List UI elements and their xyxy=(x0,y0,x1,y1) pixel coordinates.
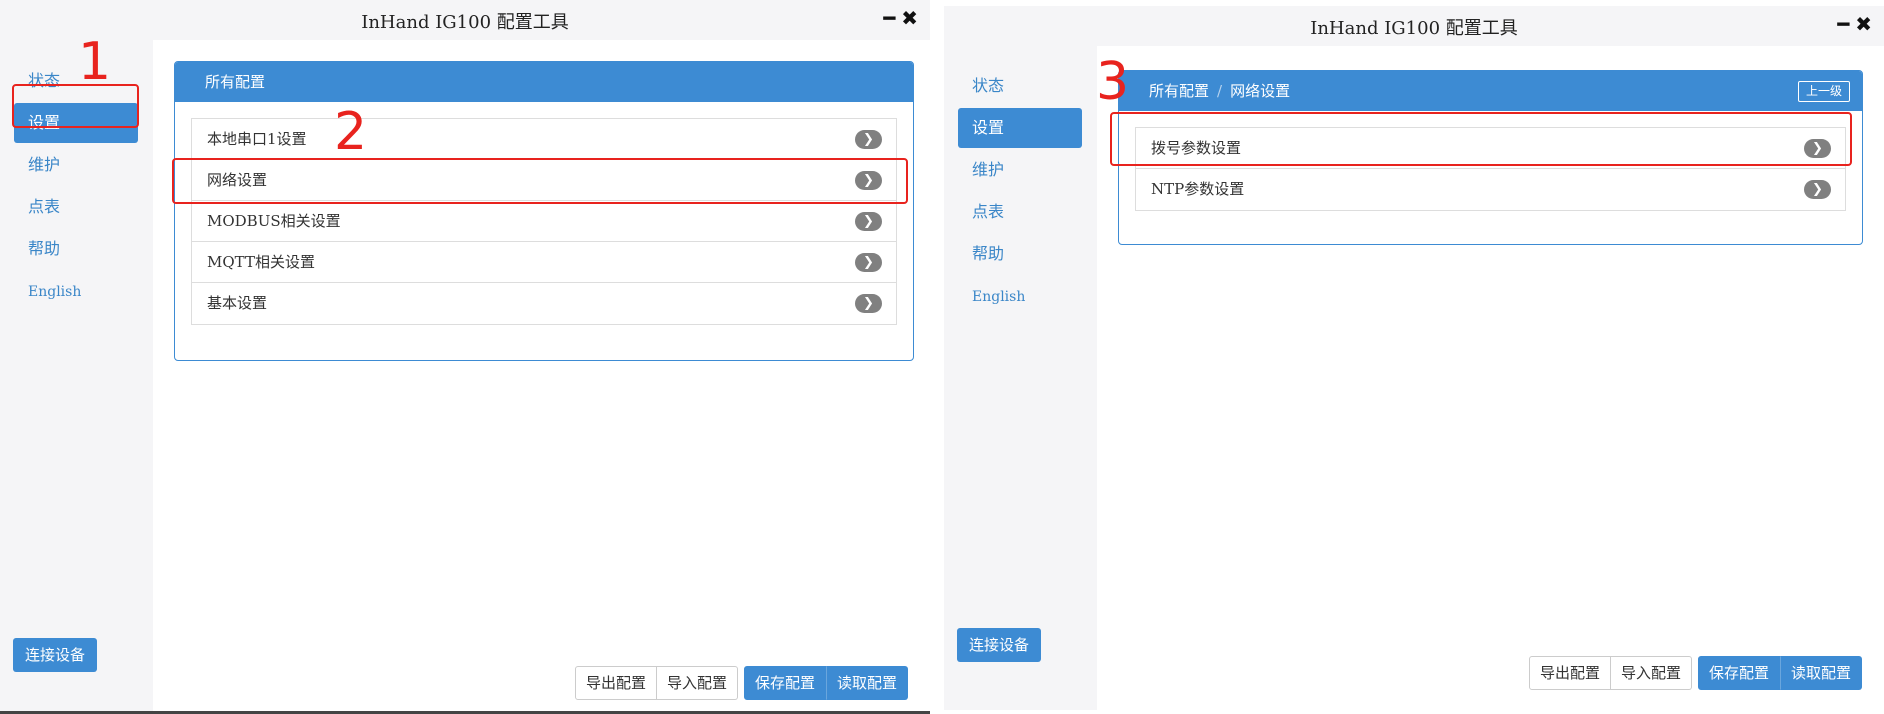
save-config-button[interactable]: 保存配置 xyxy=(1697,656,1780,690)
close-icon[interactable]: ✖ xyxy=(1855,12,1874,36)
list-item-label: MODBUS相关设置 xyxy=(207,212,341,230)
nav-english[interactable]: English xyxy=(14,272,138,312)
step-number-3: 3 xyxy=(1096,52,1130,112)
list-item-mqtt[interactable]: MQTT相关设置 ❯ xyxy=(192,242,896,283)
chevron-right-icon[interactable]: ❯ xyxy=(855,294,882,313)
breadcrumb-separator: / xyxy=(1217,82,1223,100)
list-item-basic[interactable]: 基本设置 ❯ xyxy=(192,283,896,324)
up-level-button[interactable]: 上一级 xyxy=(1797,81,1850,102)
nav-status[interactable]: 状态 xyxy=(958,66,1082,106)
config-list: 拨号参数设置 ❯ NTP参数设置 ❯ xyxy=(1135,127,1846,211)
minimize-icon[interactable]: ━ xyxy=(883,6,897,30)
footer-buttons: 导出配置 导入配置 保存配置 读取配置 xyxy=(1528,656,1862,692)
config-panel: 所有配置 / 网络设置 上一级 拨号参数设置 ❯ NTP参数设置 ❯ xyxy=(1118,70,1863,245)
nav-settings[interactable]: 设置 xyxy=(14,103,138,143)
connect-device-button[interactable]: 连接设备 xyxy=(957,628,1041,662)
list-item-label: NTP参数设置 xyxy=(1151,180,1245,198)
export-config-button[interactable]: 导出配置 xyxy=(1528,656,1611,690)
step-number-2: 2 xyxy=(334,102,368,162)
chevron-right-icon[interactable]: ❯ xyxy=(855,212,882,231)
export-config-button[interactable]: 导出配置 xyxy=(574,666,657,700)
list-item-label: 网络设置 xyxy=(207,171,268,189)
connect-device-button[interactable]: 连接设备 xyxy=(13,638,97,672)
footer-buttons: 导出配置 导入配置 保存配置 读取配置 xyxy=(574,666,908,702)
panel-header: 所有配置 xyxy=(175,62,913,102)
nav-help[interactable]: 帮助 xyxy=(958,234,1082,274)
import-config-button[interactable]: 导入配置 xyxy=(1610,656,1692,690)
save-config-button[interactable]: 保存配置 xyxy=(743,666,826,700)
list-item-modbus[interactable]: MODBUS相关设置 ❯ xyxy=(192,201,896,242)
chevron-right-icon[interactable]: ❯ xyxy=(1804,180,1831,199)
left-config-window: InHand IG100 配置工具 ━ ✖ 状态 设置 维护 点表 帮助 Engl… xyxy=(0,0,930,714)
main-content: 所有配置 / 网络设置 上一级 拨号参数设置 ❯ NTP参数设置 ❯ 导出配置 导入… xyxy=(1097,46,1884,710)
nav-status[interactable]: 状态 xyxy=(14,61,138,101)
list-item-network[interactable]: 网络设置 ❯ xyxy=(192,160,896,201)
sidebar: 状态 设置 维护 点表 帮助 English 连接设备 xyxy=(0,40,153,714)
list-item-ntp[interactable]: NTP参数设置 ❯ xyxy=(1136,169,1845,210)
title-bar: InHand IG100 配置工具 ━ ✖ xyxy=(944,6,1884,46)
import-config-button[interactable]: 导入配置 xyxy=(656,666,738,700)
nav-settings[interactable]: 设置 xyxy=(958,108,1082,148)
step-number-1: 1 xyxy=(78,32,112,92)
config-panel: 所有配置 本地串口1设置 ❯ 网络设置 ❯ MODBUS相关设置 ❯ MQTT相… xyxy=(174,61,914,361)
nav-point-table[interactable]: 点表 xyxy=(958,192,1082,232)
list-item-dialup[interactable]: 拨号参数设置 ❯ xyxy=(1136,128,1845,169)
config-list: 本地串口1设置 ❯ 网络设置 ❯ MODBUS相关设置 ❯ MQTT相关设置 ❯… xyxy=(191,118,897,325)
nav-help[interactable]: 帮助 xyxy=(14,229,138,269)
main-content: 所有配置 本地串口1设置 ❯ 网络设置 ❯ MODBUS相关设置 ❯ MQTT相… xyxy=(153,40,930,714)
right-config-window: InHand IG100 配置工具 ━ ✖ 状态 设置 维护 点表 帮助 Engl… xyxy=(944,6,1884,710)
window-title: InHand IG100 配置工具 xyxy=(361,12,569,33)
minimize-icon[interactable]: ━ xyxy=(1837,12,1851,36)
chevron-right-icon[interactable]: ❯ xyxy=(855,130,882,149)
breadcrumb-root[interactable]: 所有配置 xyxy=(1149,82,1209,100)
read-config-button[interactable]: 读取配置 xyxy=(1779,656,1862,690)
nav-english[interactable]: English xyxy=(958,277,1082,317)
chevron-right-icon[interactable]: ❯ xyxy=(1804,139,1831,158)
list-item-serial[interactable]: 本地串口1设置 ❯ xyxy=(192,119,896,160)
nav-point-table[interactable]: 点表 xyxy=(14,187,138,227)
list-item-label: 本地串口1设置 xyxy=(207,130,307,148)
title-bar: InHand IG100 配置工具 ━ ✖ xyxy=(0,0,930,40)
close-icon[interactable]: ✖ xyxy=(901,6,920,30)
list-item-label: 拨号参数设置 xyxy=(1151,139,1242,157)
nav-maintenance[interactable]: 维护 xyxy=(958,150,1082,190)
window-title: InHand IG100 配置工具 xyxy=(1310,18,1518,39)
chevron-right-icon[interactable]: ❯ xyxy=(855,171,882,190)
list-item-label: MQTT相关设置 xyxy=(207,253,315,271)
list-item-label: 基本设置 xyxy=(207,294,268,312)
window-controls: ━ ✖ xyxy=(1833,12,1874,36)
nav-maintenance[interactable]: 维护 xyxy=(14,145,138,185)
sidebar: 状态 设置 维护 点表 帮助 English 连接设备 xyxy=(944,46,1097,710)
panel-header: 所有配置 / 网络设置 上一级 xyxy=(1119,71,1862,111)
window-controls: ━ ✖ xyxy=(879,6,920,30)
breadcrumb-current: 网络设置 xyxy=(1230,82,1291,100)
read-config-button[interactable]: 读取配置 xyxy=(825,666,908,700)
chevron-right-icon[interactable]: ❯ xyxy=(855,253,882,272)
